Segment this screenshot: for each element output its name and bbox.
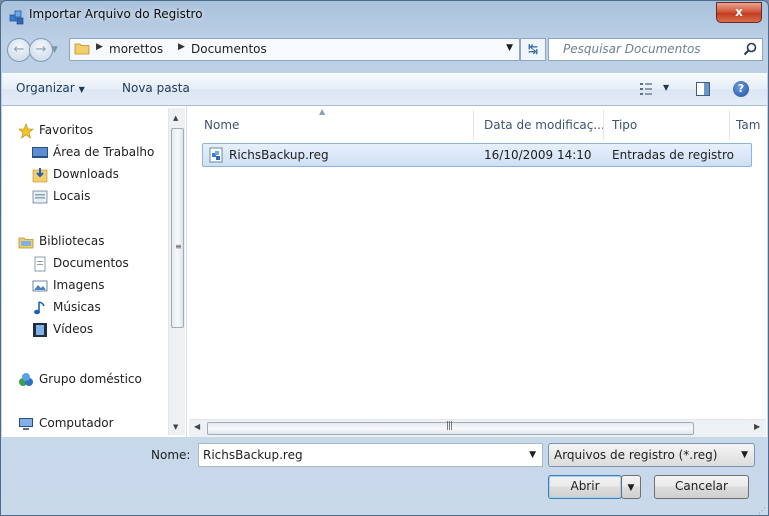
open-options-button[interactable]: ▼ (621, 475, 641, 499)
back-arrow-icon: ← (13, 42, 25, 57)
file-row-selected[interactable]: RichsBackup.reg 16/10/2009 14:10 Entrada… (202, 143, 752, 167)
nav-item-label: Locais (53, 189, 91, 203)
downloads-icon (32, 168, 48, 183)
column-header-type[interactable]: Tipo (612, 118, 637, 132)
recent-places-icon (32, 190, 48, 204)
organize-label: Organizar (16, 81, 75, 95)
nav-item-label: Vídeos (53, 322, 94, 336)
organize-menu[interactable]: Organizar ▼ (16, 81, 85, 95)
computer-icon (19, 418, 33, 430)
videos-icon (33, 323, 47, 337)
chevron-down-icon: ▼ (78, 85, 85, 94)
breadcrumb-separator-icon[interactable]: ▶ (96, 42, 103, 52)
libraries-icon (18, 237, 34, 249)
folder-icon (74, 43, 90, 55)
chevron-down-icon: ▼ (627, 483, 635, 493)
import-registry-dialog: Importar Arquivo do Registro x ← → ▼ ▶ m… (0, 0, 769, 516)
search-icon[interactable] (742, 41, 758, 57)
navigation-pane: Favoritos Área de Trabalho Downloads Loc… (2, 106, 187, 437)
nav-item-label: Bibliotecas (39, 234, 105, 248)
column-divider[interactable] (603, 110, 604, 140)
help-icon[interactable]: ? (733, 81, 749, 97)
registry-file-icon (209, 147, 223, 163)
scroll-left-icon[interactable]: ◀ (194, 422, 200, 431)
file-modified: 16/10/2009 14:10 (484, 148, 592, 162)
scroll-right-icon[interactable]: ▶ (754, 422, 760, 431)
column-divider[interactable] (473, 110, 474, 140)
forward-arrow-icon: → (35, 42, 47, 57)
cancel-button[interactable]: Cancelar (654, 475, 749, 499)
file-list-pane: ▲ Nome Data de modificaç... Tipo Tam Ric… (187, 106, 767, 437)
grip-icon: ≡ (175, 242, 182, 251)
scroll-up-icon[interactable]: ▲ (173, 114, 178, 122)
breadcrumb-documentos[interactable]: Documentos (191, 42, 267, 56)
window-title: Importar Arquivo do Registro (29, 7, 203, 21)
nav-item-label: Computador (39, 416, 114, 430)
nav-vertical-scrollbar[interactable]: ▲ ≡ ▼ (168, 108, 185, 435)
registry-editor-icon (9, 10, 24, 25)
nav-scroll-thumb[interactable]: ≡ (171, 128, 184, 328)
column-divider[interactable] (729, 110, 730, 140)
forward-button[interactable]: → (29, 38, 53, 62)
nav-item-label: Documentos (53, 256, 129, 270)
nav-item-label: Favoritos (39, 123, 94, 137)
address-history-dropdown-icon[interactable]: ▼ (506, 43, 513, 53)
close-button[interactable]: x (716, 2, 762, 23)
recent-pages-dropdown-icon[interactable]: ▼ (51, 45, 58, 55)
nav-item-label: Músicas (53, 300, 101, 314)
music-icon (34, 301, 45, 315)
filename-value: RichsBackup.reg (203, 448, 303, 462)
resize-grip-icon[interactable]: ⋰ (758, 506, 766, 515)
column-header-name[interactable]: Nome (204, 118, 239, 132)
command-bar: Organizar ▼ Nova pasta ▼ ? (2, 73, 767, 106)
view-options-icon[interactable] (640, 83, 658, 95)
nav-item-label: Imagens (53, 278, 105, 292)
column-header-date[interactable]: Data de modificaç... (484, 118, 605, 132)
open-button[interactable]: Abrir (548, 475, 622, 499)
file-type-value: Arquivos de registro (*.reg) (554, 448, 718, 462)
documents-icon (34, 256, 46, 272)
scroll-down-icon[interactable]: ▼ (173, 423, 178, 431)
star-icon (18, 123, 34, 139)
back-button[interactable]: ← (7, 38, 31, 62)
nav-item-label: Downloads (53, 167, 119, 181)
file-type: Entradas de registro (612, 148, 735, 162)
search-input[interactable]: Pesquisar Documentos (548, 38, 763, 61)
view-dropdown-icon[interactable]: ▼ (663, 83, 669, 92)
title-bar[interactable]: Importar Arquivo do Registro x (1, 1, 768, 31)
file-type-select[interactable]: Arquivos de registro (*.reg) ▼ (548, 443, 755, 467)
address-row: ← → ▼ ▶ morettos ▶ Documentos ▼ ↹ Pesqui… (1, 35, 768, 65)
refresh-button[interactable]: ↹ (520, 38, 546, 61)
sort-ascending-icon: ▲ (319, 107, 326, 116)
filename-dropdown-icon[interactable]: ▼ (529, 450, 536, 460)
filename-input[interactable]: RichsBackup.reg ▼ (198, 443, 543, 467)
nav-item-label: Área de Trabalho (53, 145, 155, 159)
close-icon: x (735, 5, 743, 19)
column-header-size[interactable]: Tam (736, 118, 760, 132)
address-bar[interactable]: ▶ morettos ▶ Documentos ▼ (69, 38, 520, 61)
new-folder-button[interactable]: Nova pasta (122, 81, 190, 95)
grip-icon: ||| (446, 421, 453, 431)
file-horizontal-scrollbar[interactable]: ◀ ||| ▶ (189, 419, 766, 437)
file-name: RichsBackup.reg (229, 148, 329, 162)
main-area: Favoritos Área de Trabalho Downloads Loc… (2, 106, 767, 437)
chevron-down-icon: ▼ (741, 450, 748, 460)
file-scroll-thumb[interactable]: ||| (207, 421, 694, 435)
dialog-footer: Nome: RichsBackup.reg ▼ Arquivos de regi… (1, 437, 768, 515)
desktop-icon (32, 147, 48, 158)
preview-pane-icon[interactable] (696, 82, 710, 96)
pictures-icon (32, 280, 48, 292)
search-placeholder: Pesquisar Documentos (563, 42, 701, 56)
refresh-icon: ↹ (527, 42, 539, 56)
breadcrumb-separator-icon[interactable]: ▶ (178, 42, 185, 52)
nav-item-label: Grupo doméstico (39, 372, 142, 386)
homegroup-icon (19, 373, 33, 386)
breadcrumb-morettos[interactable]: morettos (109, 42, 163, 56)
filename-label: Nome: (151, 448, 191, 462)
